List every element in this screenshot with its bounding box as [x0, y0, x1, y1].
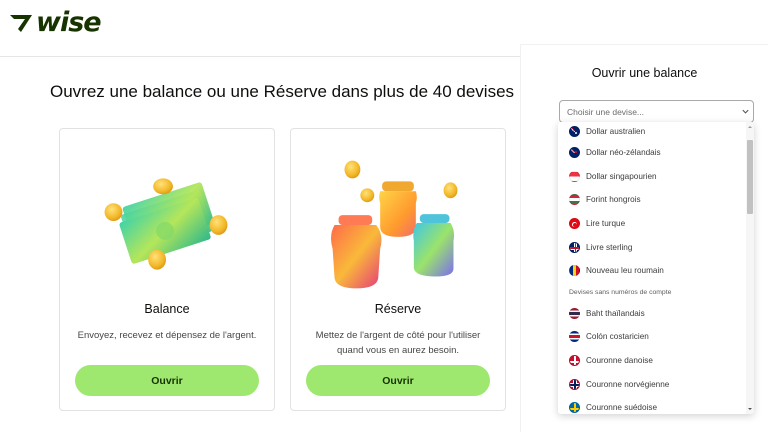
new-zealand-flag-icon — [569, 147, 580, 159]
currency-label: Lire turque — [586, 219, 626, 229]
hungary-flag-icon — [569, 194, 580, 206]
no-account-section-header: Devises sans numéros de compte — [569, 288, 672, 296]
balance-card: Balance Envoyez, recevez et dépensez de … — [59, 128, 275, 411]
currency-option-nok[interactable]: Couronne norvégienne — [558, 372, 744, 396]
currency-option-nzd[interactable]: Dollar néo-zélandais — [558, 141, 744, 165]
wise-logo[interactable]: wise — [8, 7, 102, 38]
currency-option-gbp[interactable]: Livre sterling — [558, 235, 744, 259]
reserve-title: Réserve — [374, 302, 422, 316]
wise-wordmark: wise — [36, 7, 102, 38]
romania-flag-icon — [569, 265, 580, 277]
open-balance-button[interactable]: Ouvrir — [75, 365, 259, 396]
singapore-flag-icon — [569, 170, 580, 182]
scroll-down-icon[interactable] — [747, 406, 753, 412]
currency-label: Dollar singapourien — [586, 171, 657, 181]
currency-list: Dollar australien Dollar néo-zélandais D… — [558, 122, 744, 414]
currency-select[interactable]: Choisir une devise... — [559, 100, 754, 123]
currency-dropdown[interactable]: Dollar australien Dollar néo-zélandais D… — [558, 122, 754, 414]
chevron-down-icon — [737, 104, 753, 120]
jars-illustration — [331, 160, 458, 289]
balance-description: Envoyez, recevez et dépensez de l'argent… — [77, 330, 257, 341]
uk-flag-icon — [569, 241, 580, 253]
reserve-card: Réserve Mettez de l'argent de côté pour … — [290, 128, 506, 411]
currency-option-dkk[interactable]: Couronne danoise — [558, 349, 744, 373]
currency-label: Dollar australien — [586, 126, 646, 136]
currency-label: Colón costaricien — [586, 332, 649, 342]
currency-option-aud[interactable]: Dollar australien — [558, 122, 744, 141]
costa-rica-flag-icon — [569, 331, 580, 343]
currency-label: Nouveau leu roumain — [586, 266, 664, 276]
norway-flag-icon — [569, 378, 580, 390]
currency-label: Baht thaïlandais — [586, 308, 645, 318]
page-headline: Ouvrez une balance ou une Réserve dans p… — [50, 82, 515, 101]
currency-label: Forint hongrois — [586, 195, 641, 205]
currency-option-try[interactable]: Lire turque — [558, 212, 744, 236]
currency-option-crc[interactable]: Colón costaricien — [558, 325, 744, 349]
open-reserve-button[interactable]: Ouvrir — [306, 365, 490, 396]
thailand-flag-icon — [569, 307, 580, 319]
scroll-up-icon[interactable] — [747, 124, 753, 130]
currency-label: Livre sterling — [586, 242, 633, 252]
money-bills-illustration — [104, 178, 228, 270]
currency-label: Couronne suédoise — [586, 403, 658, 413]
currency-label: Couronne norvégienne — [586, 379, 670, 389]
currency-option-sek[interactable]: Couronne suédoise — [558, 396, 744, 414]
header-divider — [0, 56, 520, 57]
denmark-flag-icon — [569, 355, 580, 367]
panel-title: Ouvrir une balance — [591, 66, 698, 80]
currency-option-huf[interactable]: Forint hongrois — [558, 188, 744, 212]
sweden-flag-icon — [569, 402, 580, 414]
australia-flag-icon — [569, 125, 580, 137]
dropdown-scrollbar-thumb[interactable] — [747, 140, 753, 214]
reserve-description: Mettez de l'argent de côté pour l'utilis… — [315, 330, 481, 356]
currency-option-thb[interactable]: Baht thaïlandais — [558, 302, 744, 326]
currency-option-ron[interactable]: Nouveau leu roumain — [558, 259, 744, 283]
currency-select-placeholder: Choisir une devise... — [567, 106, 645, 117]
balance-title: Balance — [144, 302, 190, 316]
currency-label: Dollar néo-zélandais — [586, 148, 661, 158]
wise-logo-icon — [10, 15, 32, 32]
currency-option-sgd[interactable]: Dollar singapourien — [558, 165, 744, 189]
turkey-flag-icon — [569, 218, 580, 230]
currency-label: Couronne danoise — [586, 356, 653, 366]
